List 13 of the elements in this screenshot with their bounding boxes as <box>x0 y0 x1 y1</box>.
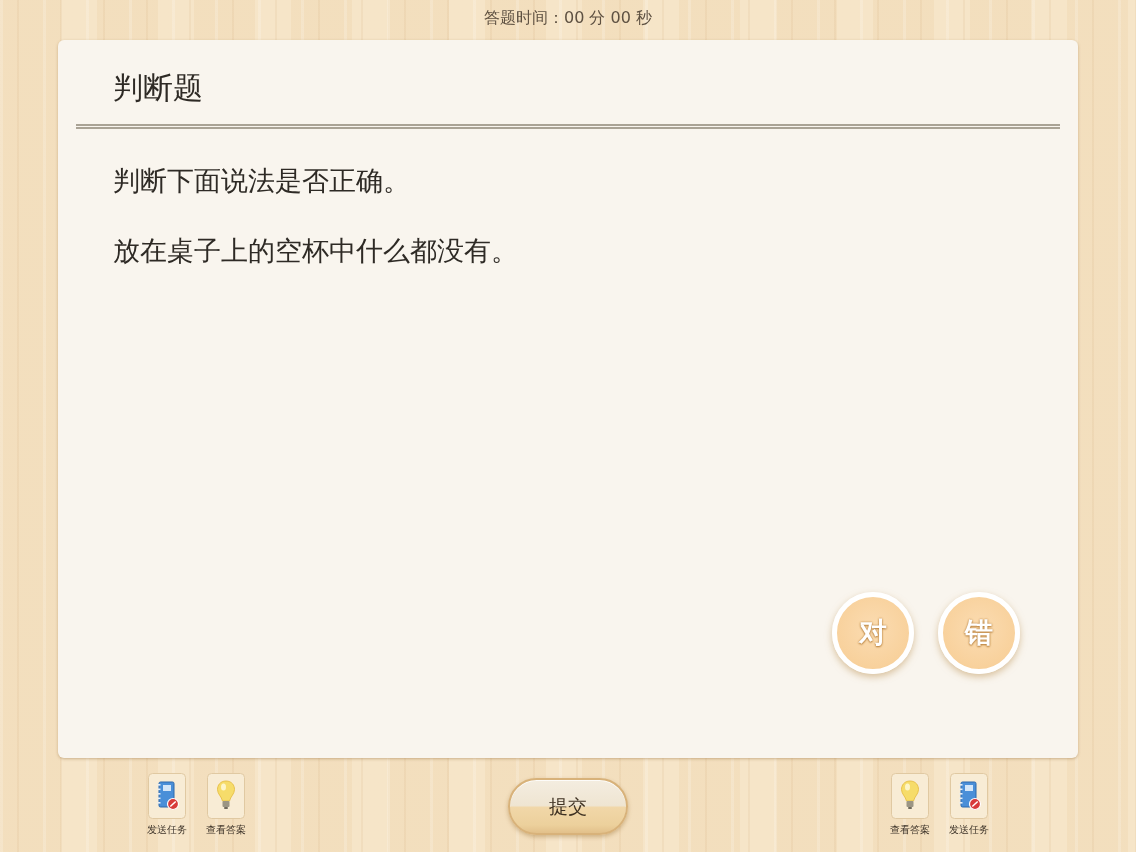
notebook-icon <box>148 773 186 819</box>
question-prompt: 判断下面说法是否正确。 <box>113 164 410 198</box>
notebook-icon <box>950 773 988 819</box>
question-statement: 放在桌子上的空杯中什么都没有。 <box>113 234 518 268</box>
lightbulb-icon <box>207 773 245 819</box>
submit-button[interactable]: 提交 <box>508 778 628 835</box>
tool-button[interactable]: 查看答案 <box>206 773 246 836</box>
timer-text: 答题时间：00 分 00 秒 <box>484 8 652 28</box>
tool-button[interactable]: 发送任务 <box>147 773 187 836</box>
tool-button[interactable]: 发送任务 <box>949 773 989 836</box>
lightbulb-icon <box>891 773 929 819</box>
tool-button[interactable]: 查看答案 <box>890 773 930 836</box>
question-type-title: 判断题 <box>113 70 203 106</box>
